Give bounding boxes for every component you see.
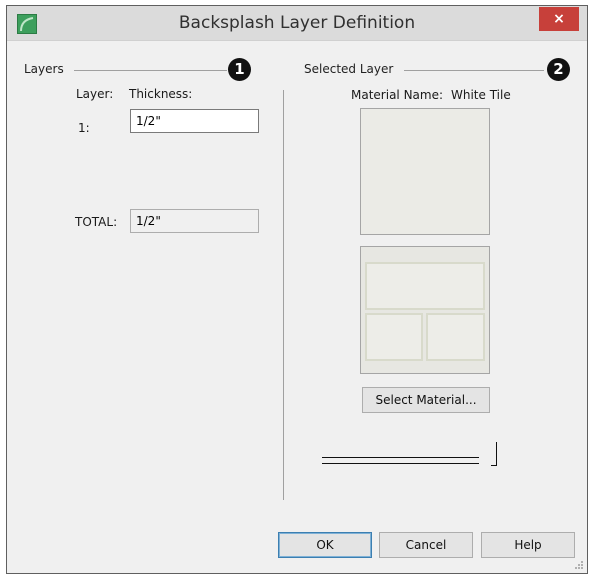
close-button[interactable]: × — [539, 7, 579, 31]
selected-layer-divider — [404, 70, 544, 71]
dialog-window: Backsplash Layer Definition × Layers 1 L… — [6, 5, 588, 574]
select-material-button[interactable]: Select Material... — [362, 387, 490, 413]
help-button[interactable]: Help — [481, 532, 575, 558]
material-name-value: White Tile — [451, 88, 511, 102]
layers-divider — [74, 70, 227, 71]
tile-large — [365, 262, 485, 310]
title-bar[interactable]: Backsplash Layer Definition × — [7, 6, 587, 41]
cancel-button[interactable]: Cancel — [379, 532, 473, 558]
material-name-label: Material Name: — [351, 88, 444, 102]
layer-row-index: 1: — [78, 121, 90, 135]
layers-section-label: Layers — [24, 62, 64, 76]
layer-profile-edge — [496, 442, 497, 466]
total-label: TOTAL: — [75, 215, 118, 229]
resize-grip-icon[interactable] — [574, 560, 584, 570]
tile-small-right — [426, 313, 485, 361]
layer-column-header: Layer: — [76, 87, 114, 101]
window-title: Backsplash Layer Definition — [178, 13, 416, 33]
selected-layer-section-label: Selected Layer — [304, 62, 394, 76]
total-thickness-field: 1/2" — [130, 209, 259, 233]
material-texture-preview — [360, 246, 490, 374]
close-icon: × — [553, 11, 565, 27]
section-divider — [283, 90, 284, 500]
layer-profile-line-bottom — [322, 463, 479, 464]
layer-thickness-input[interactable]: 1/2" — [130, 109, 259, 133]
layer-profile-edge-foot — [491, 465, 497, 466]
callout-2: 2 — [547, 58, 570, 81]
thickness-column-header: Thickness: — [129, 87, 193, 101]
layer-profile-line-top — [322, 457, 479, 458]
callout-1: 1 — [228, 58, 251, 81]
tile-small-left — [365, 313, 423, 361]
material-color-swatch — [360, 108, 490, 235]
ok-button[interactable]: OK — [278, 532, 372, 558]
